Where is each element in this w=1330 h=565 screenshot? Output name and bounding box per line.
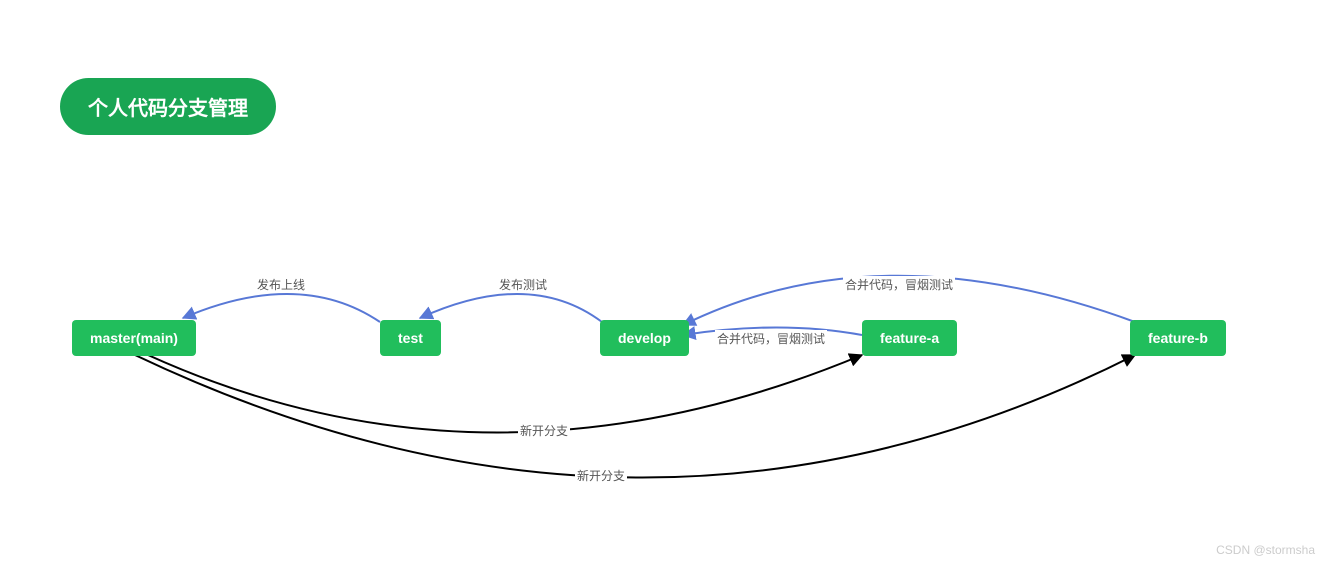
label-publish-test: 发布测试 (497, 276, 549, 293)
node-test: test (380, 320, 441, 356)
arrow-master-to-feature-b (135, 355, 1135, 478)
label-merge-smoke-a: 合并代码，冒烟测试 (715, 330, 827, 347)
watermark: CSDN @stormsha (1216, 543, 1315, 557)
node-feature-b: feature-b (1130, 320, 1226, 356)
arrow-develop-to-test (420, 294, 602, 322)
diagram-title: 个人代码分支管理 (60, 78, 276, 135)
node-develop: develop (600, 320, 689, 356)
arrow-test-to-master (183, 294, 380, 322)
node-feature-a: feature-a (862, 320, 957, 356)
label-merge-smoke-b: 合并代码，冒烟测试 (843, 276, 955, 293)
label-publish-online: 发布上线 (255, 276, 307, 293)
node-master: master(main) (72, 320, 196, 356)
arrow-master-to-feature-a (148, 355, 862, 433)
label-new-branch-a: 新开分支 (518, 422, 570, 439)
label-new-branch-b: 新开分支 (575, 467, 627, 484)
